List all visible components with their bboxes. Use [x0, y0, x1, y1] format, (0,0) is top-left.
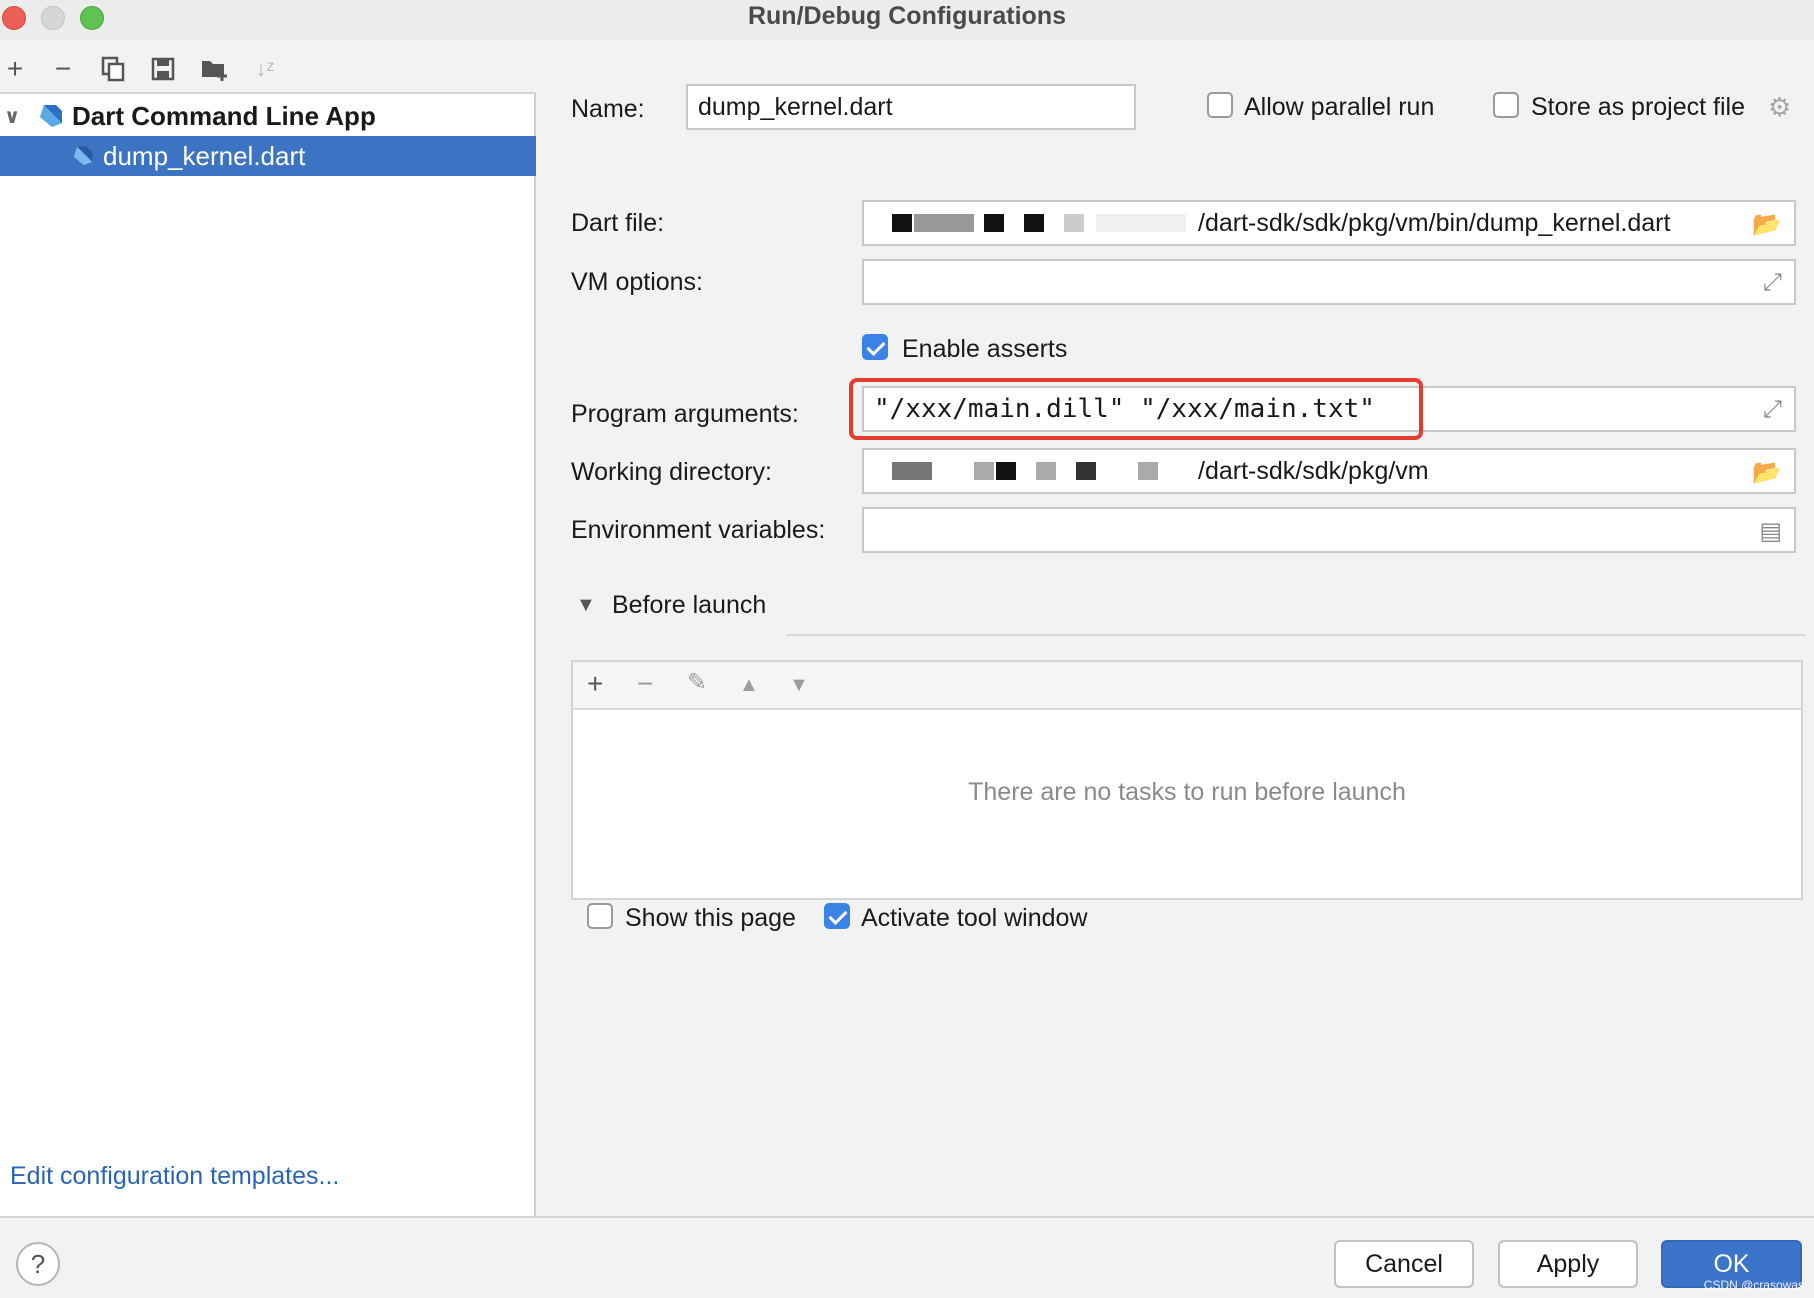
before-launch-toolbar: + − ✎ ▲ ▼ [573, 662, 1801, 710]
help-button[interactable]: ? [16, 1242, 60, 1286]
title-bar: Run/Debug Configurations [0, 0, 1814, 40]
expand-icon[interactable]: ⤢ [1763, 269, 1782, 297]
configurations-sidebar: + − ↓ᶻ ∨ Dart Command Line App dump_kern… [0, 46, 536, 1216]
name-label: Name: [571, 95, 645, 123]
apply-button[interactable]: Apply [1498, 1240, 1638, 1288]
enable-asserts-checkbox[interactable] [862, 334, 888, 360]
configuration-form: Name: dump_kernel.dart Allow parallel ru… [538, 46, 1814, 1216]
window-title: Run/Debug Configurations [747, 2, 1067, 30]
expand-icon[interactable]: ⤢ [1763, 396, 1782, 424]
activate-tool-window-label: Activate tool window [861, 904, 1088, 932]
folder-add-icon[interactable] [198, 52, 232, 86]
environment-variables-label: Environment variables: [571, 516, 826, 544]
allow-parallel-run-label: Allow parallel run [1244, 93, 1435, 121]
dart-file-label: Dart file: [571, 209, 665, 237]
run-debug-configurations-dialog: Run/Debug Configurations + − ↓ᶻ ∨ Dart C… [0, 0, 1814, 1298]
save-icon[interactable] [146, 52, 180, 86]
tree-item-dump-kernel[interactable]: dump_kernel.dart [0, 136, 536, 176]
tree-group-label: Dart Command Line App [72, 100, 376, 131]
edit-task-icon[interactable]: ✎ [687, 668, 707, 697]
add-icon[interactable]: + [0, 52, 32, 86]
move-up-icon[interactable]: ▲ [739, 674, 759, 697]
store-as-project-file-label: Store as project file [1531, 93, 1745, 121]
sort-icon[interactable]: ↓ᶻ [248, 52, 282, 86]
dart-file-icon [73, 146, 93, 166]
add-task-icon[interactable]: + [587, 668, 603, 700]
activate-tool-window-checkbox[interactable] [824, 903, 850, 929]
collapse-triangle-icon[interactable]: ▼ [576, 594, 596, 617]
vm-options-label: VM options: [571, 268, 704, 296]
working-directory-value: /dart-sdk/sdk/pkg/vm [1198, 456, 1429, 485]
watermark: CSDN @crasowas [1703, 1278, 1804, 1292]
sidebar-toolbar: + − ↓ᶻ [0, 46, 536, 94]
section-divider [786, 634, 1806, 636]
folder-icon[interactable]: 📂 [1752, 458, 1782, 487]
dart-file-input[interactable]: /dart-sdk/sdk/pkg/vm/bin/dump_kernel.dar… [862, 200, 1796, 246]
vm-options-input[interactable]: ⤢ [862, 259, 1796, 305]
enable-asserts-label: Enable asserts [902, 335, 1068, 363]
move-down-icon[interactable]: ▼ [789, 674, 809, 697]
show-this-page-label: Show this page [625, 904, 796, 932]
name-input[interactable]: dump_kernel.dart [686, 84, 1136, 130]
before-launch-title: Before launch [612, 591, 767, 619]
redacted-path-prefix [874, 462, 1198, 480]
folder-icon[interactable]: 📂 [1752, 210, 1782, 239]
program-arguments-label: Program arguments: [571, 400, 799, 428]
gear-icon[interactable]: ⚙ [1768, 92, 1791, 123]
working-directory-input[interactable]: /dart-sdk/sdk/pkg/vm 📂 [862, 448, 1796, 494]
dialog-footer: ? Cancel Apply OK CSDN @crasowas [0, 1216, 1814, 1298]
working-directory-label: Working directory: [571, 458, 772, 486]
dart-icon [40, 105, 62, 127]
environment-variables-input[interactable]: ▤ [862, 507, 1796, 553]
name-value: dump_kernel.dart [698, 92, 893, 121]
chevron-down-icon[interactable]: ∨ [4, 104, 20, 129]
document-icon[interactable]: ▤ [1759, 517, 1782, 546]
remove-icon[interactable]: − [46, 52, 80, 86]
show-this-page-checkbox[interactable] [587, 903, 613, 929]
before-launch-tasks-panel: + − ✎ ▲ ▼ There are no tasks to run befo… [571, 660, 1803, 900]
tree-group-dart-command-line-app[interactable]: ∨ Dart Command Line App [0, 96, 536, 136]
cancel-button[interactable]: Cancel [1334, 1240, 1474, 1288]
store-as-project-file-checkbox[interactable] [1493, 92, 1519, 118]
dart-file-value: /dart-sdk/sdk/pkg/vm/bin/dump_kernel.dar… [1198, 208, 1671, 237]
redacted-path-prefix [874, 214, 1198, 232]
tree-item-label: dump_kernel.dart [103, 140, 306, 171]
highlight-annotation [849, 378, 1423, 440]
empty-tasks-message: There are no tasks to run before launch [968, 778, 1406, 806]
remove-task-icon[interactable]: − [637, 668, 653, 700]
edit-configuration-templates-link[interactable]: Edit configuration templates... [10, 1162, 339, 1191]
copy-icon[interactable] [96, 52, 130, 86]
allow-parallel-run-checkbox[interactable] [1207, 92, 1233, 118]
